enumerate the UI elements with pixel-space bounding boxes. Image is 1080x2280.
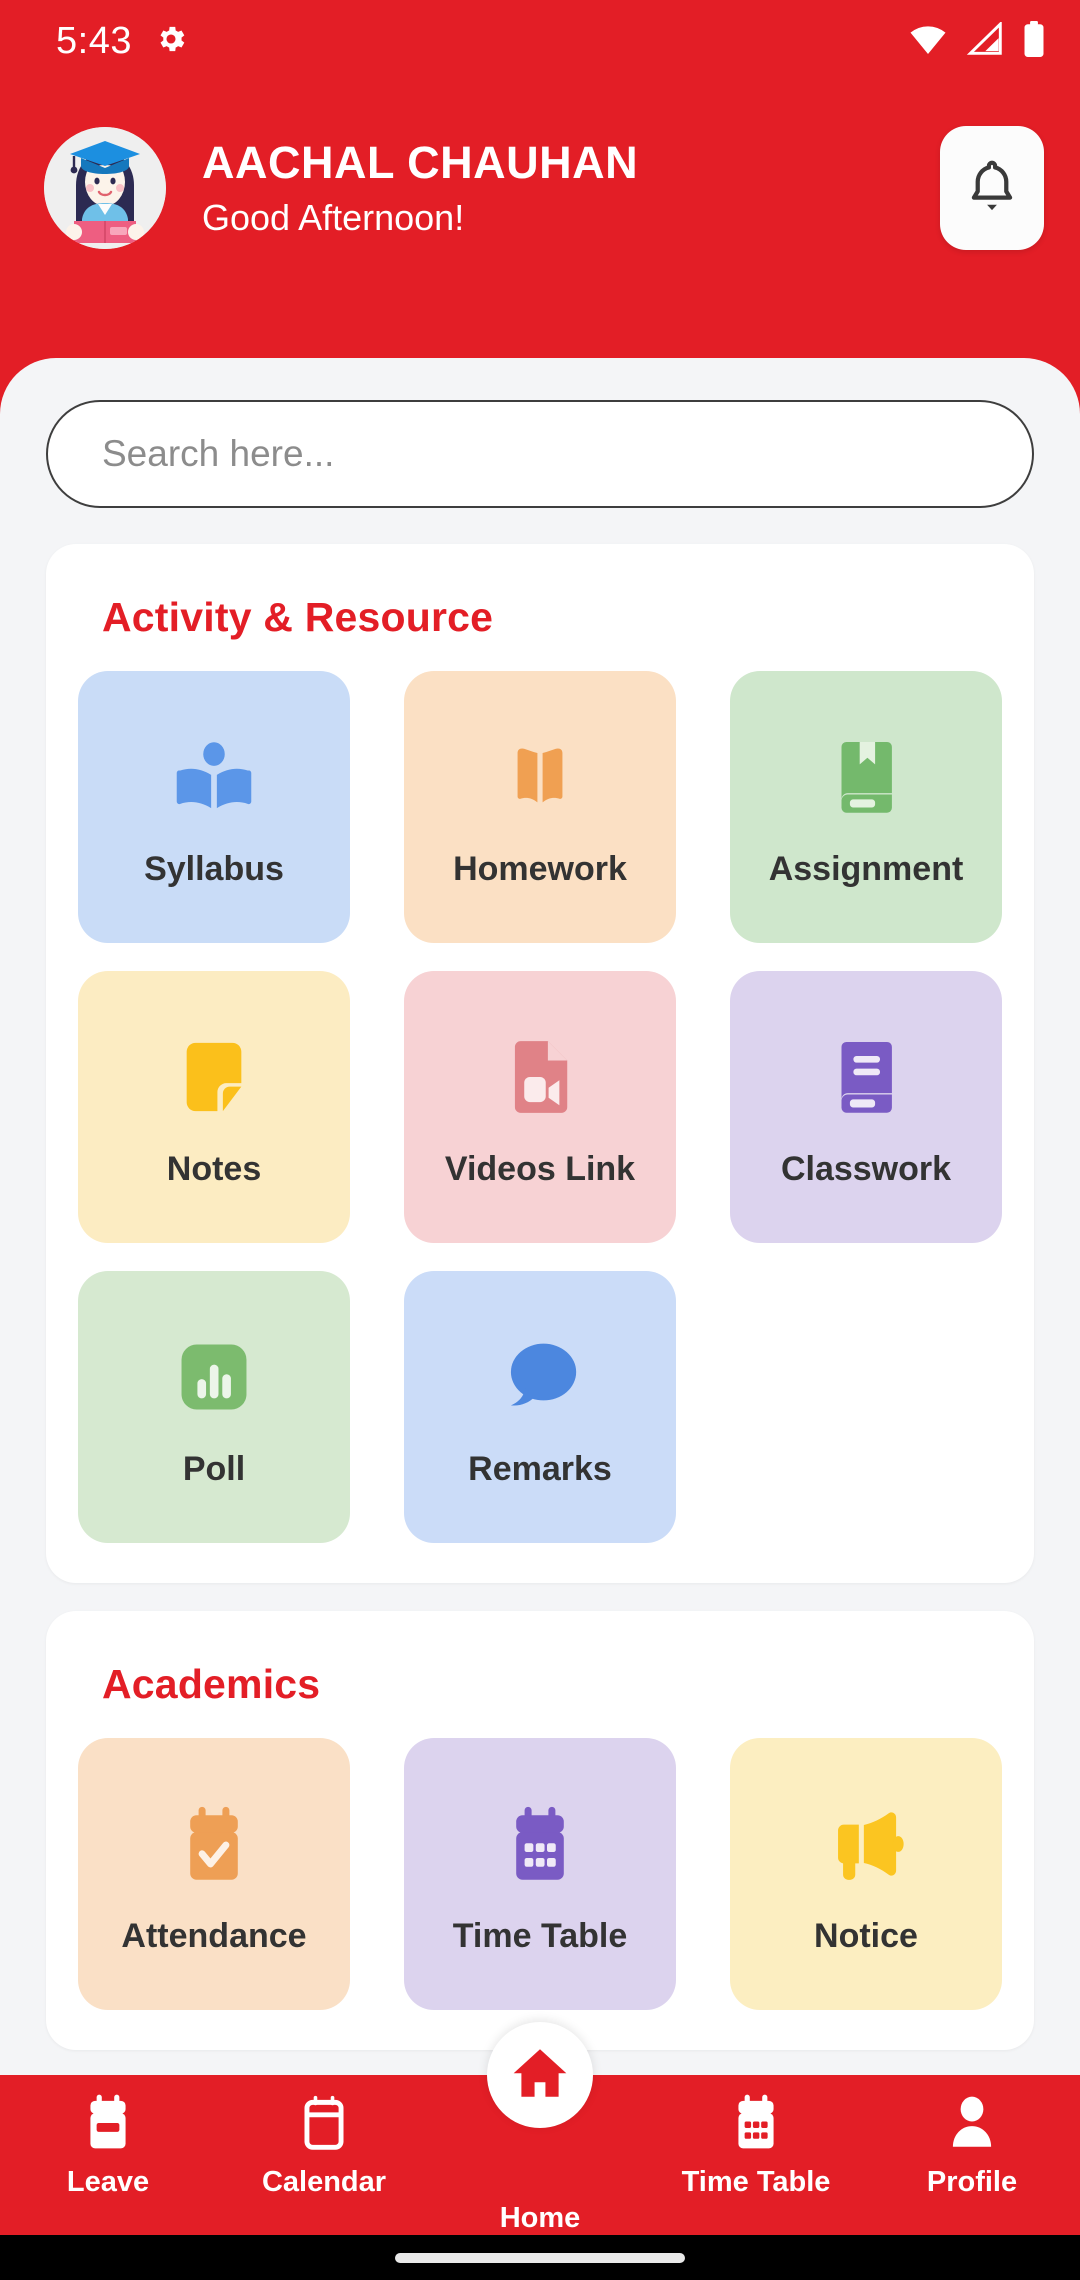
gesture-bar <box>0 2235 1080 2280</box>
section-title-academics: Academics <box>102 1661 321 1707</box>
tile-videos-link[interactable]: Videos Link <box>404 971 676 1243</box>
tile-label: Classwork <box>780 1150 952 1189</box>
tile-label: Notice <box>814 1917 918 1956</box>
tile-syllabus[interactable]: Syllabus <box>78 671 350 943</box>
tile-attendance[interactable]: Attendance <box>78 1738 350 2010</box>
nav-label: Profile <box>926 2166 1018 2198</box>
tile-label: Assignment <box>768 850 964 889</box>
student-avatar <box>44 127 166 249</box>
tile-label: Homework <box>453 850 627 889</box>
search-input[interactable] <box>102 433 978 475</box>
section-card-activity-resource: Activity & Resource Syllabus Homework As… <box>46 544 1034 1583</box>
tile-notice[interactable]: Notice <box>730 1738 1002 2010</box>
section-card-academics: Academics Attendance Time Table Notice <box>46 1611 1034 2050</box>
tile-grid-academics: Attendance Time Table Notice <box>78 1738 1002 2010</box>
tile-classwork[interactable]: Classwork <box>730 971 1002 1243</box>
status-bar-right <box>908 20 1046 62</box>
tile-label: Videos Link <box>444 1150 636 1189</box>
open-book-reader-icon <box>171 725 257 829</box>
tile-label: Poll <box>182 1450 246 1489</box>
calendar-check-icon <box>177 1792 251 1896</box>
calendar-icon <box>296 2091 352 2158</box>
tile-label: Attendance <box>121 1917 307 1956</box>
settings-gear-icon <box>154 22 188 61</box>
tile-time-table[interactable]: Time Table <box>404 1738 676 2010</box>
app-screen: 5:43 AACHAL CHAUHAN Good Afternoon! Sear… <box>0 0 1080 2280</box>
bookmark-book-icon <box>829 725 903 829</box>
video-file-icon <box>503 1025 577 1129</box>
person-icon <box>944 2091 1000 2158</box>
tile-label: Time Table <box>452 1917 628 1956</box>
greeting-block: AACHAL CHAUHAN Good Afternoon! <box>202 136 940 238</box>
section-title-activity-resource: Activity & Resource <box>102 594 494 640</box>
greeting-text: Good Afternoon! <box>202 196 465 238</box>
tile-grid-activity-resource: Syllabus Homework Assignment Notes Video… <box>78 671 1002 1543</box>
app-header: AACHAL CHAUHAN Good Afternoon! <box>0 98 1080 278</box>
search-box[interactable] <box>46 400 1034 508</box>
user-name: AACHAL CHAUHAN <box>202 136 639 188</box>
calendar-grid-icon <box>728 2091 784 2158</box>
megaphone-icon <box>823 1792 909 1896</box>
notification-button[interactable] <box>940 126 1044 250</box>
notebook-icon <box>829 1025 903 1129</box>
nav-item-time-table[interactable]: Time Table <box>648 2075 864 2199</box>
nav-item-calendar[interactable]: Calendar <box>216 2075 432 2199</box>
gesture-pill[interactable] <box>395 2252 685 2263</box>
nav-label: Calendar <box>261 2166 387 2198</box>
status-clock: 5:43 <box>56 20 132 62</box>
avatar[interactable] <box>44 127 166 249</box>
home-icon <box>509 2042 571 2109</box>
tile-notes[interactable]: Notes <box>78 971 350 1243</box>
bar-chart-icon <box>176 1325 252 1429</box>
cellular-signal-icon <box>966 20 1004 61</box>
nav-item-leave[interactable]: Leave <box>0 2075 216 2199</box>
chat-bubble-icon <box>497 1325 583 1429</box>
note-page-icon <box>175 1025 253 1129</box>
home-fab-button[interactable] <box>487 2022 593 2128</box>
nav-label: Leave <box>66 2166 150 2198</box>
tile-assignment[interactable]: Assignment <box>730 671 1002 943</box>
status-bar-left: 5:43 <box>56 22 188 61</box>
content-sheet: Activity & Resource Syllabus <box>0 358 1080 2280</box>
search-section <box>0 358 1080 508</box>
tile-homework[interactable]: Homework <box>404 671 676 943</box>
tile-label: Notes <box>166 1150 262 1189</box>
nav-item-profile[interactable]: Profile <box>864 2075 1080 2199</box>
status-bar: 5:43 <box>0 0 1080 82</box>
tile-poll[interactable]: Poll <box>78 1271 350 1543</box>
open-book-icon <box>501 725 579 829</box>
bell-icon <box>965 157 1019 220</box>
tile-remarks[interactable]: Remarks <box>404 1271 676 1543</box>
tile-label: Remarks <box>468 1450 612 1489</box>
battery-icon <box>1022 20 1046 62</box>
nav-label: Time Table <box>681 2166 831 2198</box>
nav-label: Home <box>499 2202 581 2234</box>
calendar-leave-icon <box>80 2091 136 2158</box>
tile-label: Syllabus <box>144 850 284 889</box>
wifi-icon <box>908 22 948 61</box>
calendar-grid-icon <box>503 1792 577 1896</box>
